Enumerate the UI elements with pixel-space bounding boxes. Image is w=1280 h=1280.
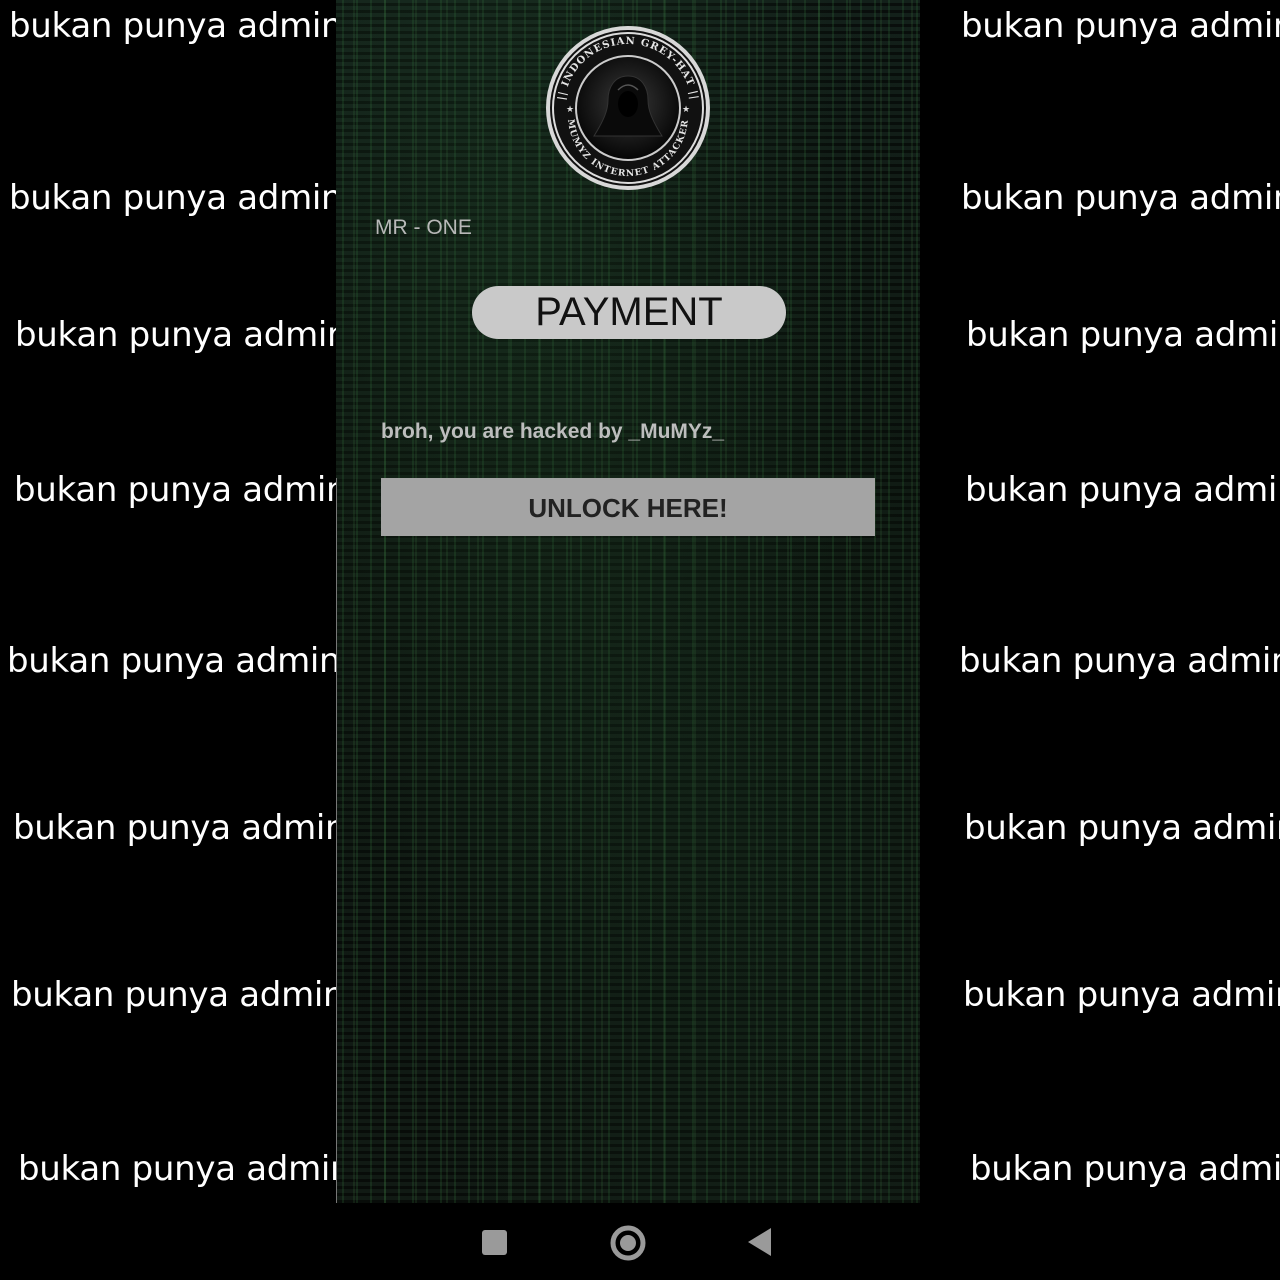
watermark-text: bukan punya admin: [18, 1149, 352, 1189]
watermark-text: bukan punya admin: [964, 808, 1280, 848]
watermark-text: bukan punya admin: [9, 6, 343, 46]
triangle-back-icon[interactable]: [746, 1227, 774, 1261]
watermark-text: bukan punya admin: [13, 808, 347, 848]
screen-edge-divider: [336, 478, 337, 1203]
square-icon[interactable]: [481, 1229, 509, 1261]
svg-text:★: ★: [682, 105, 690, 115]
watermark-text: bukan punya admin: [961, 178, 1280, 218]
watermark-text: bukan punya admin: [7, 641, 341, 681]
watermark-text: bukan punya admin: [959, 641, 1280, 681]
watermark-text: bukan punya admin: [963, 975, 1280, 1015]
circle-icon[interactable]: [609, 1224, 647, 1266]
mr-one-label: MR - ONE: [375, 216, 472, 239]
watermark-text: bukan punya admin: [15, 315, 349, 355]
hacked-message: broh, you are hacked by _MuMYz_: [381, 420, 725, 443]
watermark-text: bukan punya admin: [961, 6, 1280, 46]
watermark-text: bukan punya admin: [14, 470, 348, 510]
unlock-button[interactable]: UNLOCK HERE!: [381, 478, 875, 536]
watermark-text: bukan punya admin: [965, 470, 1280, 510]
svg-text:★: ★: [566, 105, 574, 115]
hooded-figure-seal-icon: || INDONESIAN GREY-HAT || || MUMYZ INTER…: [542, 17, 712, 192]
watermark-text: bukan punya admin: [966, 315, 1280, 355]
watermark-text: bukan punya admin: [9, 178, 343, 218]
watermark-text: bukan punya admin: [970, 1149, 1280, 1189]
watermark-text: bukan punya admin: [11, 975, 345, 1015]
phone-screen: || INDONESIAN GREY-HAT || || MUMYZ INTER…: [336, 0, 920, 1203]
payment-button[interactable]: PAYMENT: [472, 286, 786, 339]
